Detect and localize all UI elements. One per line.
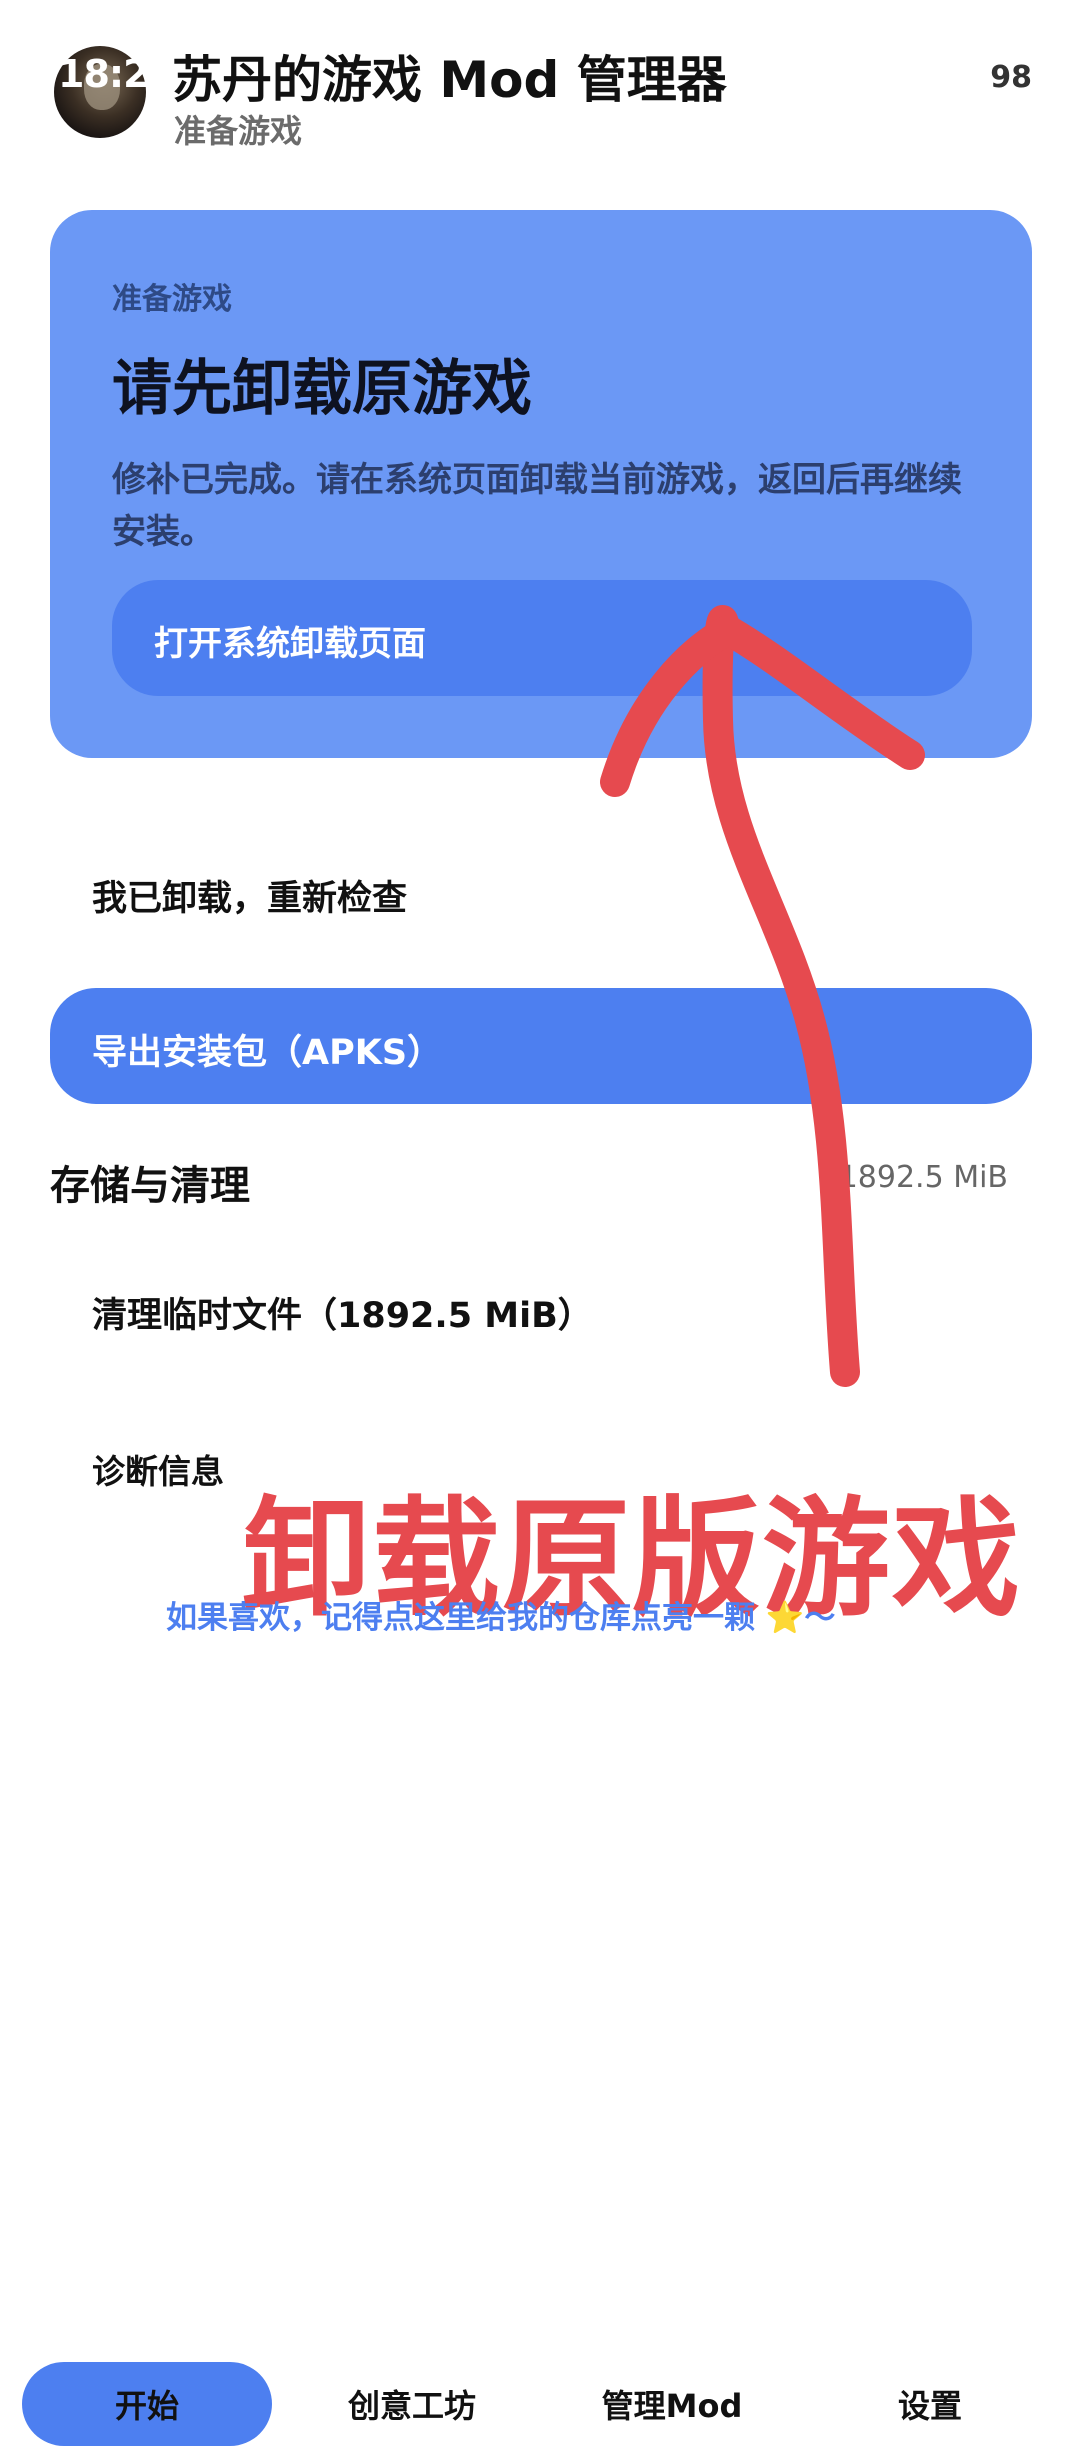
export-apks-button[interactable]: 导出安装包（APKS） xyxy=(50,988,1032,1104)
storage-size: 1892.5 MiB xyxy=(838,1160,1008,1195)
star-repo-link[interactable]: 如果喜欢，记得点这里给我的仓库点亮一颗 ⭐～ xyxy=(166,1592,835,1637)
nav-manage-mod[interactable]: 管理Mod xyxy=(552,2362,792,2446)
nav-start[interactable]: 开始 xyxy=(22,2362,272,2446)
app-screen: 18:2 98 苏丹的游戏 Mod 管理器 准备游戏 准备游戏 请先卸载原游戏 … xyxy=(0,0,1080,2460)
nav-settings[interactable]: 设置 xyxy=(830,2362,1030,2446)
app-title: 苏丹的游戏 Mod 管理器 xyxy=(172,51,727,109)
export-apks-label: 导出安装包（APKS） xyxy=(92,1033,443,1073)
open-uninstall-page-label: 打开系统卸载页面 xyxy=(154,624,426,664)
diagnostics-button[interactable]: 诊断信息 xyxy=(92,1445,224,1493)
card-title: 请先卸载原游戏 xyxy=(112,354,532,424)
clean-temp-files-button[interactable]: 清理临时文件（1892.5 MiB） xyxy=(92,1287,593,1338)
open-uninstall-page-button[interactable]: 打开系统卸载页面 xyxy=(112,580,972,696)
card-description: 修补已完成。请在系统页面卸载当前游戏，返回后再继续安装。 xyxy=(112,460,962,552)
status-time: 18:2 xyxy=(58,52,150,96)
nav-workshop[interactable]: 创意工坊 xyxy=(302,2362,522,2446)
card-eyebrow: 准备游戏 xyxy=(112,282,232,317)
recheck-button[interactable]: 我已卸载，重新检查 xyxy=(92,870,407,921)
uninstall-card: 准备游戏 请先卸载原游戏 修补已完成。请在系统页面卸载当前游戏，返回后再继续安装… xyxy=(50,210,1032,758)
app-subtitle: 准备游戏 xyxy=(174,112,303,150)
battery-level: 98 xyxy=(990,60,1032,95)
bottom-navigation: 开始 创意工坊 管理Mod 设置 xyxy=(0,2350,1080,2450)
storage-section-title: 存储与清理 xyxy=(50,1163,250,1209)
